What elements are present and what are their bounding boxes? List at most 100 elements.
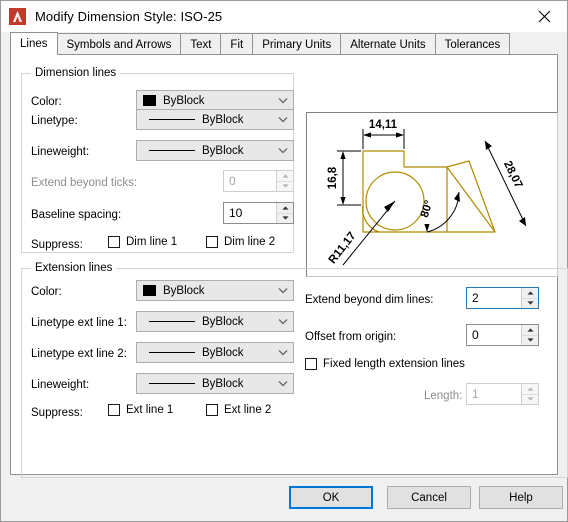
offset-from-origin-label: Offset from origin: [305,331,397,343]
ext-lineweight-value: ByBlock [202,377,244,390]
ext-linetype-1-value: ByBlock [202,315,244,328]
left-vertical-dim-text: 16,8 [327,166,339,189]
extend-beyond-dim-lines-value: 2 [472,291,479,305]
autocad-logo-icon [9,8,26,25]
dim-lineweight-combo[interactable]: ByBlock [136,140,294,161]
linetype-continuous-icon [149,119,195,120]
stepper-down-button[interactable] [277,213,293,223]
dim-lineweight-label: Lineweight: [31,146,90,158]
top-horizontal-dim-text: 14,11 [369,119,398,131]
stepper-up-button[interactable] [522,325,538,336]
angular-dim-text: 80° [419,199,436,220]
chevron-down-icon [273,281,293,300]
tab-label: Text [190,38,212,51]
ext-linetype-1-combo[interactable]: ByBlock [136,311,294,332]
color-swatch-icon [143,95,156,106]
dialog-footer: OK Cancel Help [1,475,567,521]
tab-label: Primary Units [262,38,332,51]
cancel-button-label: Cancel [411,491,447,504]
chevron-down-icon [273,343,293,362]
tab-fit[interactable]: Fit [220,33,254,55]
dimension-lines-group-title: Dimension lines [31,67,121,79]
stepper-down-button[interactable] [522,335,538,345]
linetype-continuous-icon [149,321,195,322]
stepper-up-button[interactable] [277,171,293,182]
tab-label: Tolerances [444,38,501,51]
ext-color-combo[interactable]: ByBlock [136,280,294,301]
extend-beyond-dim-lines-label: Extend beyond dim lines: [305,294,434,306]
stepper-buttons [276,171,293,191]
checkbox-label: Dim line 2 [224,236,276,248]
tab-text[interactable]: Text [180,33,222,55]
checkbox-label: Ext line 2 [224,404,272,416]
tab-label: Symbols and Arrows [66,38,172,51]
checkbox-label: Dim line 1 [126,236,178,248]
tab-alternate-units[interactable]: Alternate Units [340,33,436,55]
title-bar: Modify Dimension Style: ISO-25 [1,1,567,32]
chevron-down-icon [273,91,293,110]
extend-beyond-dim-lines-stepper[interactable]: 2 [466,287,539,309]
radius-dim-text: R11,17 [327,230,359,266]
lineweight-swatch-icon [149,383,195,384]
stepper-buttons [521,325,538,345]
tab-label: Lines [20,37,48,50]
stepper-down-button[interactable] [522,394,538,404]
stepper-up-button[interactable] [522,384,538,395]
stepper-buttons [276,203,293,223]
tab-tolerances[interactable]: Tolerances [434,33,511,55]
tab-strip: Lines Symbols and Arrows Text Fit Primar… [1,32,567,55]
checkbox-box [206,404,218,416]
window-title: Modify Dimension Style: ISO-25 [35,9,223,24]
cancel-button[interactable]: Cancel [387,486,471,509]
stepper-down-button[interactable] [277,181,293,191]
suppress-ext-line-2-checkbox[interactable]: Ext line 2 [206,404,271,416]
offset-from-origin-stepper[interactable]: 0 [466,324,539,346]
dim-color-combo[interactable]: ByBlock [136,90,294,111]
extension-lines-group-title: Extension lines [31,262,117,274]
length-stepper[interactable]: 1 [466,383,539,405]
help-button[interactable]: Help [479,486,563,509]
dim-linetype-value: ByBlock [202,113,244,126]
ext-lineweight-combo[interactable]: ByBlock [136,373,294,394]
tab-lines[interactable]: Lines [10,32,58,55]
suppress-dim-line-1-checkbox[interactable]: Dim line 1 [108,236,177,248]
extend-beyond-ticks-stepper[interactable]: 0 [223,170,294,192]
color-swatch-icon [143,285,156,296]
fixed-length-extension-lines-checkbox[interactable]: Fixed length extension lines [305,358,465,370]
checkbox-box [206,236,218,248]
extend-beyond-ticks-label: Extend beyond ticks: [31,177,138,189]
dim-lineweight-value: ByBlock [202,144,244,157]
tab-symbols-and-arrows[interactable]: Symbols and Arrows [56,33,182,55]
linetype-continuous-icon [149,352,195,353]
stepper-buttons [521,288,538,308]
ext-color-value: ByBlock [163,284,205,297]
stepper-up-button[interactable] [277,203,293,214]
ok-button[interactable]: OK [289,486,373,509]
lineweight-swatch-icon [149,150,195,151]
chevron-down-icon [273,312,293,331]
dim-color-label: Color: [31,96,62,108]
modify-dimension-style-dialog: Modify Dimension Style: ISO-25 Lines Sym… [0,0,568,522]
tab-primary-units[interactable]: Primary Units [252,33,342,55]
ext-linetype-2-combo[interactable]: ByBlock [136,342,294,363]
dim-suppress-label: Suppress: [31,239,83,251]
ext-linetype-2-value: ByBlock [202,346,244,359]
suppress-dim-line-2-checkbox[interactable]: Dim line 2 [206,236,275,248]
extend-beyond-ticks-value: 0 [229,174,236,188]
checkbox-box [108,404,120,416]
dimension-style-preview: 14,11 16,8 R11,17 80° 28,07 [306,112,558,277]
baseline-spacing-stepper[interactable]: 10 [223,202,294,224]
baseline-spacing-value: 10 [229,206,243,220]
dim-color-value: ByBlock [163,94,205,107]
length-label: Length: [424,390,463,402]
stepper-up-button[interactable] [522,288,538,299]
ok-button-label: OK [322,491,340,504]
checkbox-label: Ext line 1 [126,404,174,416]
close-button[interactable] [522,1,567,32]
chevron-down-icon [273,141,293,160]
dim-linetype-combo[interactable]: ByBlock [136,109,294,130]
suppress-ext-line-1-checkbox[interactable]: Ext line 1 [108,404,173,416]
diagonal-dim-text: 28,07 [501,159,524,190]
tab-label: Alternate Units [350,38,426,51]
stepper-down-button[interactable] [522,298,538,308]
